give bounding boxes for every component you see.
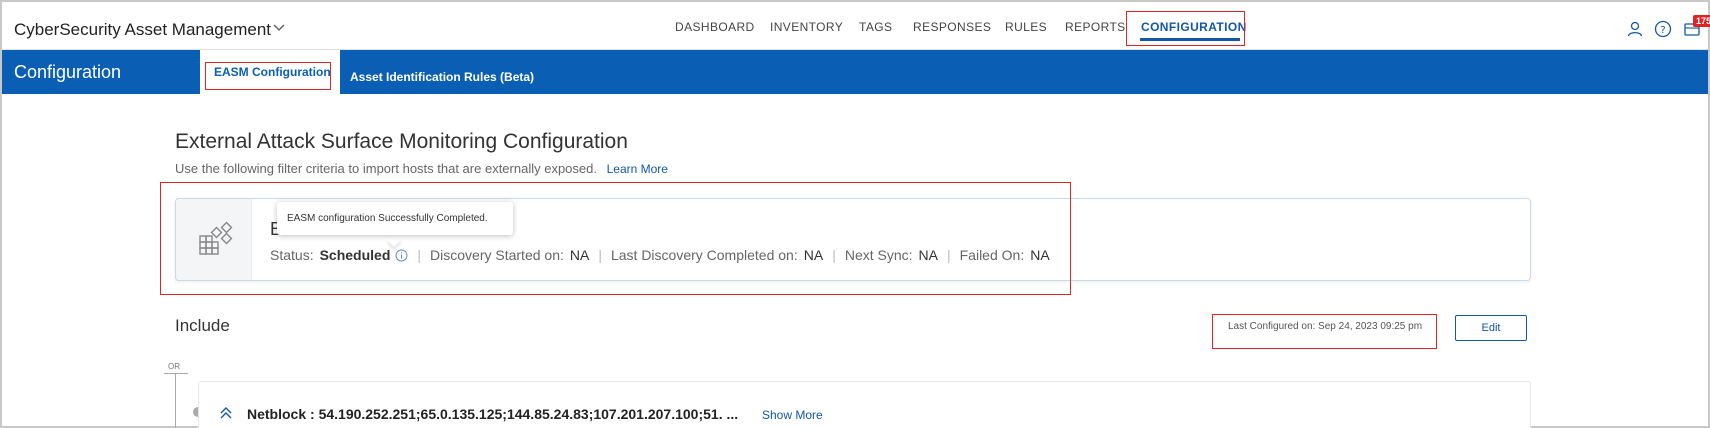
nav-reports[interactable]: REPORTS — [1065, 20, 1126, 34]
tab-asset-identification-rules-label: Asset Identification Rules (Beta) — [350, 70, 535, 84]
tab-asset-identification-rules[interactable]: Asset Identification Rules (Beta) — [350, 50, 534, 94]
chevron-down-icon[interactable] — [270, 18, 288, 36]
highlight-status-card — [160, 182, 1071, 295]
app-title[interactable]: CyberSecurity Asset Management — [14, 20, 271, 40]
description-text: Use the following filter criteria to imp… — [175, 161, 597, 176]
netblock-filter-card: Netblock : 54.190.252.251;65.0.135.125;1… — [198, 381, 1531, 428]
highlight-configuration — [1126, 11, 1245, 46]
nav-tags[interactable]: TAGS — [859, 20, 892, 34]
or-connector-horizontal — [164, 373, 188, 374]
nav-responses[interactable]: RESPONSES — [913, 20, 991, 34]
show-more-link[interactable]: Show More — [762, 408, 823, 422]
help-icon[interactable]: ? — [1654, 20, 1672, 38]
netblock-value: Netblock : 54.190.252.251;65.0.135.125;1… — [247, 406, 739, 422]
highlight-easm-tab — [205, 62, 331, 90]
top-navigation-bar: CyberSecurity Asset Management DASHBOARD… — [2, 2, 1710, 50]
svg-text:?: ? — [1660, 25, 1665, 36]
chevron-up-icon[interactable] — [219, 406, 233, 420]
or-label: OR — [168, 362, 180, 371]
notification-badge: 1759 — [1693, 15, 1710, 27]
include-title: Include — [175, 316, 230, 335]
section-title: Configuration — [14, 62, 122, 82]
user-icon[interactable] — [1626, 20, 1644, 38]
page-title: External Attack Surface Monitoring Confi… — [175, 130, 628, 153]
nav-dashboard[interactable]: DASHBOARD — [675, 20, 755, 34]
nav-inventory[interactable]: INVENTORY — [770, 20, 843, 34]
learn-more-link[interactable]: Learn More — [607, 162, 668, 176]
highlight-last-configured — [1212, 314, 1437, 349]
edit-button[interactable]: Edit — [1455, 315, 1527, 341]
or-connector-vertical — [175, 373, 176, 428]
page-description: Use the following filter criteria to imp… — [175, 161, 668, 176]
nav-rules[interactable]: RULES — [1005, 20, 1047, 34]
